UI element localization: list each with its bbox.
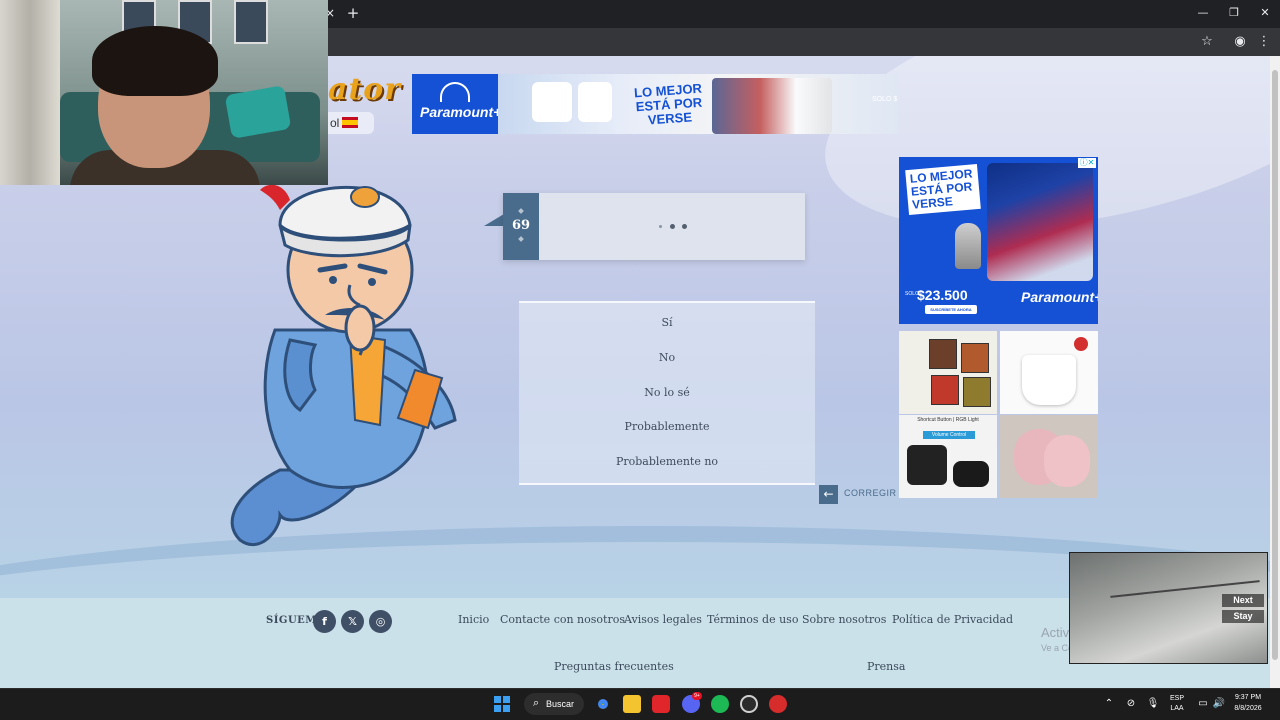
product-image bbox=[1044, 435, 1090, 487]
file-explorer-icon[interactable] bbox=[623, 695, 641, 713]
ad-players-image bbox=[987, 163, 1093, 281]
footer-link-privacy[interactable]: Política de Privacidad bbox=[892, 613, 1013, 626]
display-icon[interactable]: ▭ bbox=[1196, 695, 1210, 713]
stay-button[interactable]: Stay bbox=[1222, 610, 1264, 623]
new-tab-button[interactable]: + bbox=[346, 5, 360, 21]
webcam-wall-frame bbox=[234, 0, 268, 44]
ad-players-image bbox=[712, 78, 832, 134]
ad-close-icon[interactable]: ⓘ✕ bbox=[1078, 158, 1096, 168]
trophy-icon bbox=[955, 223, 981, 269]
product-image bbox=[1022, 355, 1076, 405]
subscribe-button[interactable]: SUSCRÍBETE AHORA bbox=[925, 305, 977, 314]
dsports-badge-icon bbox=[578, 82, 612, 122]
product-image bbox=[953, 461, 989, 487]
globe-icon[interactable]: ◎ bbox=[369, 610, 392, 633]
product-image bbox=[961, 343, 989, 373]
ad-side-price: $23.500 bbox=[917, 287, 968, 303]
product-shortcut-button[interactable]: Shortcut Button | RGB Light Volume Contr… bbox=[899, 415, 997, 498]
chrome-icon[interactable] bbox=[594, 695, 612, 713]
product-image bbox=[963, 377, 991, 407]
footer-link-legal[interactable]: Avisos legales bbox=[624, 613, 702, 626]
product-image bbox=[907, 445, 947, 485]
footer-link-home[interactable]: Inicio bbox=[458, 613, 489, 626]
scrollbar-thumb[interactable] bbox=[1272, 70, 1278, 660]
side-banner-ad[interactable]: LO MEJOR ESTÁ POR VERSE SOLO $23.500 SUS… bbox=[899, 157, 1098, 324]
steam-icon[interactable] bbox=[740, 695, 758, 713]
spotify-icon[interactable] bbox=[711, 695, 729, 713]
footer-link-press[interactable]: Prensa bbox=[867, 660, 905, 673]
tray-overflow-icon[interactable]: ⌃ bbox=[1102, 695, 1116, 713]
webcam-curtain bbox=[0, 0, 60, 185]
windows-start-icon[interactable] bbox=[494, 696, 510, 712]
footer-link-terms[interactable]: Términos de uso bbox=[707, 613, 798, 626]
x-icon[interactable]: 𝕏 bbox=[341, 610, 364, 633]
input-language[interactable]: ESP bbox=[1166, 695, 1188, 702]
ad-brand: Paramount+ bbox=[420, 104, 502, 120]
opera-icon[interactable] bbox=[652, 695, 670, 713]
conmebol-badge-icon bbox=[532, 82, 572, 122]
answer-no-button[interactable]: No bbox=[519, 346, 815, 370]
recording-app-icon[interactable] bbox=[769, 695, 787, 713]
footer-link-about[interactable]: Sobre nosotros bbox=[802, 613, 886, 626]
product-image bbox=[929, 339, 957, 369]
tray-network-icon[interactable]: ⊘ bbox=[1124, 695, 1138, 713]
taskbar-date[interactable]: 8/8/2026 bbox=[1228, 705, 1268, 712]
ad-side-brand: Paramount+ bbox=[1021, 289, 1098, 305]
restore-button[interactable]: ❐ bbox=[1227, 6, 1241, 20]
footer-link-contact[interactable]: Contacte con nosotros bbox=[500, 613, 625, 626]
ad-side-headline: LO MEJOR ESTÁ POR VERSE bbox=[905, 163, 981, 216]
profile-icon[interactable]: ◉ bbox=[1232, 34, 1248, 50]
facebook-icon[interactable]: f bbox=[313, 610, 336, 633]
top-banner-ad[interactable]: Paramount+ LO MEJOR ESTÁ POR VERSE SOLO … bbox=[412, 74, 898, 134]
product-tag: Volume Control bbox=[923, 431, 975, 439]
webcam-person-hair bbox=[92, 26, 218, 96]
loading-dot bbox=[659, 225, 662, 228]
mini-video-overlay[interactable] bbox=[1069, 552, 1268, 664]
close-window-button[interactable]: ✕ bbox=[1258, 6, 1272, 20]
paramount-mountain-icon bbox=[440, 82, 470, 102]
product-caption: Shortcut Button | RGB Light bbox=[917, 417, 979, 423]
ad-headline: LO MEJOR ESTÁ POR VERSE bbox=[633, 80, 703, 128]
product-image bbox=[1074, 337, 1088, 351]
product-pink-slippers[interactable] bbox=[1000, 415, 1098, 498]
ad-price-partial: SOLO $ bbox=[872, 96, 898, 103]
answer-dont-know-button[interactable]: No lo sé bbox=[519, 381, 815, 405]
question-number: 69 bbox=[511, 218, 531, 233]
product-tarot-cards[interactable] bbox=[899, 331, 997, 414]
minimize-button[interactable]: — bbox=[1196, 6, 1210, 20]
answer-probably-button[interactable]: Probablemente bbox=[519, 415, 815, 439]
spain-flag-icon bbox=[342, 117, 358, 128]
answer-probably-not-button[interactable]: Probablemente no bbox=[519, 450, 815, 474]
footer-link-faq[interactable]: Preguntas frecuentes bbox=[554, 660, 674, 673]
product-white-skirt[interactable] bbox=[1000, 331, 1098, 414]
browser-menu-icon[interactable]: ⋮ bbox=[1256, 34, 1272, 50]
volume-icon[interactable]: 🔊 bbox=[1212, 695, 1226, 713]
site-logo[interactable]: ator bbox=[328, 72, 401, 107]
input-language-layout[interactable]: LAA bbox=[1166, 705, 1188, 712]
back-arrow-icon[interactable]: ← bbox=[819, 485, 838, 504]
akinator-genie-illustration bbox=[230, 184, 457, 547]
discord-badge: 9+ bbox=[692, 692, 702, 700]
product-image bbox=[931, 375, 959, 405]
loading-dot bbox=[670, 224, 675, 229]
next-button[interactable]: Next bbox=[1222, 594, 1264, 607]
question-bubble-tail bbox=[484, 214, 504, 226]
bookmark-star-icon[interactable]: ☆ bbox=[1199, 34, 1215, 50]
search-icon: ⌕ bbox=[533, 696, 540, 709]
microphone-icon[interactable]: 🎙 bbox=[1146, 695, 1160, 713]
webcam-overlay bbox=[0, 0, 328, 185]
loading-dot bbox=[682, 224, 687, 229]
taskbar-time[interactable]: 9:37 PM bbox=[1228, 694, 1268, 701]
correct-button[interactable]: CORREGIR bbox=[844, 488, 897, 498]
answer-yes-button[interactable]: Sí bbox=[519, 311, 815, 335]
